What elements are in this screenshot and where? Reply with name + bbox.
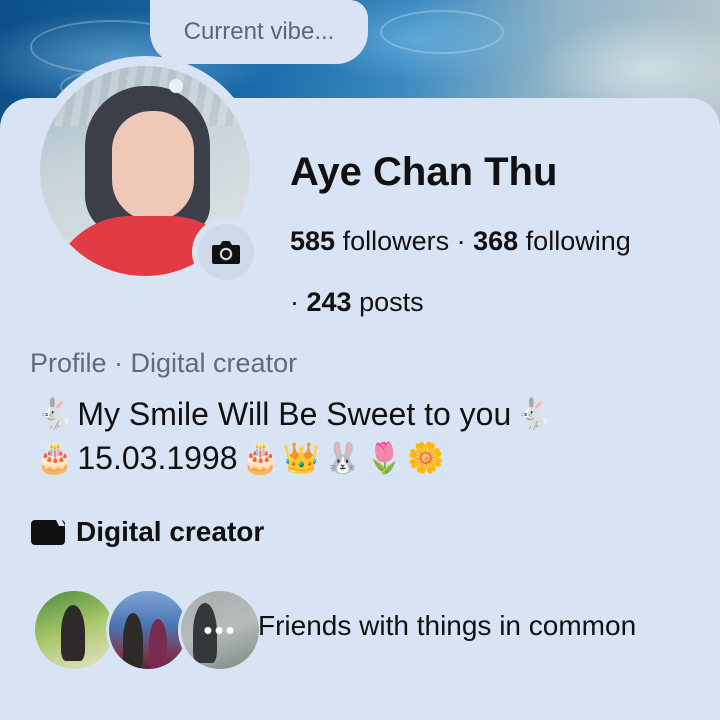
posts-label[interactable]: posts — [352, 287, 424, 317]
crown-emoji-icon: 👑 — [282, 442, 321, 475]
note-bubble[interactable]: Current vibe... — [150, 0, 368, 64]
profile-name: Aye Chan Thu — [290, 150, 558, 194]
posts-count[interactable]: 243 — [307, 287, 352, 317]
more-dots-icon: ••• — [181, 591, 259, 669]
change-photo-button[interactable] — [192, 218, 260, 286]
rabbit-emoji-icon: 🐇 — [36, 398, 74, 431]
following-label[interactable]: following — [518, 226, 631, 256]
note-bubble-tail — [169, 79, 183, 93]
followers-count[interactable]: 585 — [290, 226, 335, 256]
detail-label: Digital creator — [76, 516, 265, 547]
rabbit-emoji-icon: 🐇 — [515, 398, 553, 431]
bio-line-2: 🎂 15.03.1998 🎂 👑 🐰 🌷 🌼 — [36, 440, 444, 477]
blossom-emoji-icon: 🌼 — [406, 442, 445, 475]
posts-prefix: · — [290, 287, 307, 317]
tulip-emoji-icon: 🌷 — [365, 442, 403, 475]
followers-label[interactable]: followers · — [335, 226, 473, 256]
clapperboard-icon — [31, 520, 65, 545]
birthday-text: 15.03.1998 — [77, 440, 238, 476]
post-stats: · 243 posts — [290, 287, 424, 318]
bio-text: My Smile Will Be Sweet to you — [77, 396, 512, 432]
friend-avatar[interactable] — [32, 588, 116, 672]
detail-digital-creator: Digital creator — [30, 516, 264, 548]
mutual-friends-row[interactable]: ••• Friends with things in common — [32, 588, 712, 672]
mutual-friends-label[interactable]: Friends with things in common — [258, 610, 636, 642]
friend-avatar-more[interactable]: ••• — [178, 588, 262, 672]
profile-category: Profile · Digital creator — [30, 348, 298, 378]
rabbit-face-emoji-icon: 🐰 — [324, 442, 362, 475]
bio-line-1: 🐇 My Smile Will Be Sweet to you 🐇 — [36, 396, 553, 433]
follow-stats: 585 followers · 368 following — [290, 226, 631, 257]
cake-emoji-icon: 🎂 — [241, 442, 279, 475]
cake-emoji-icon: 🎂 — [36, 442, 74, 475]
camera-icon — [212, 241, 240, 264]
note-text: Current vibe... — [183, 18, 335, 45]
following-count[interactable]: 368 — [473, 226, 518, 256]
